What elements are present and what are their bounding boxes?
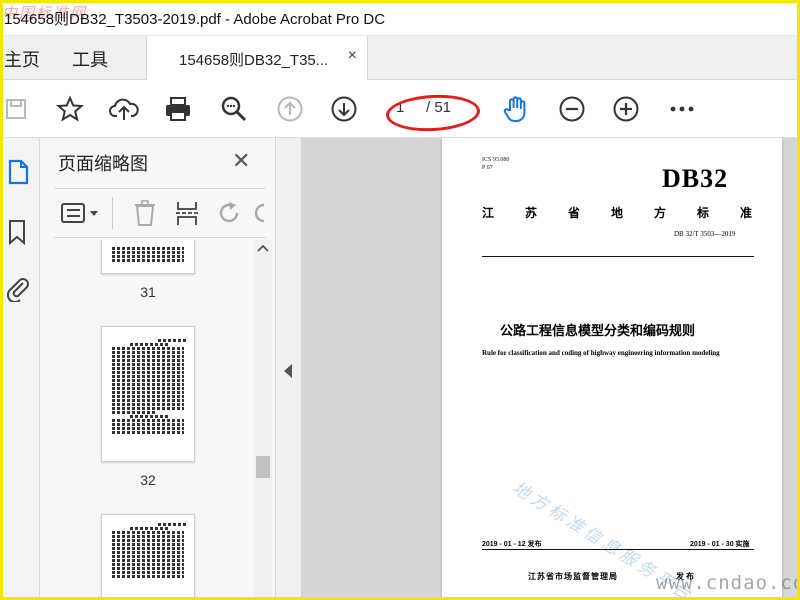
print-icon[interactable] [162, 93, 194, 125]
collapse-arrow-icon[interactable] [284, 364, 292, 378]
thumbnail-list: 31 32 [40, 240, 252, 600]
tab-home[interactable]: 主页 [4, 46, 40, 72]
hand-icon[interactable] [500, 93, 532, 125]
standard-category: 江苏省地方标准 [482, 206, 784, 220]
page-thumbnails-panel: 页面缩略图 ✕ 31 32 [40, 138, 276, 600]
document-title-cn: 公路工程信息模型分类和编码规则 [500, 323, 696, 338]
scroll-up-icon[interactable] [256, 242, 270, 256]
page-thumbnails-icon[interactable] [4, 158, 32, 186]
document-title-en: Rule for classification and coding of hi… [482, 349, 720, 357]
upload-icon[interactable] [108, 93, 140, 125]
window-title: 154658则DB32_T3503-2019.pdf - Adobe Acrob… [4, 11, 386, 28]
thumbnail-label: 32 [140, 472, 156, 488]
pdf-page: ICS 93.080 P 07 DB32 江苏省地方标准 DB 32/T 350… [442, 138, 782, 600]
divider-bottom [482, 549, 754, 550]
panel-close-button[interactable]: ✕ [232, 148, 250, 174]
rotate-icon[interactable] [216, 199, 242, 232]
panel-collapse-strip[interactable] [276, 138, 302, 600]
panel-title: 页面缩略图 [58, 154, 148, 174]
options-menu-icon[interactable] [60, 201, 104, 230]
ics-code: ICS 93.080 P 07 [482, 156, 509, 172]
ics-line: ICS 93.080 [482, 157, 510, 163]
thumbnail-label: 31 [140, 284, 156, 300]
attachment-icon[interactable] [4, 274, 32, 304]
left-tool-rail [0, 138, 40, 600]
save-icon[interactable] [0, 93, 32, 125]
tab-document-label: 154658则DB32_T35... [179, 52, 329, 69]
thumbnail-page[interactable] [101, 514, 195, 600]
panel-toolbar [54, 188, 266, 238]
more-icon[interactable] [666, 93, 698, 125]
tab-close-button[interactable]: × [348, 47, 357, 65]
extract-pages-icon[interactable] [174, 199, 200, 232]
arrow-up-icon[interactable] [274, 93, 306, 125]
panel-toolbar-divider [112, 197, 113, 229]
thumbnail-page[interactable] [101, 326, 195, 462]
issue-date: 2019 - 01 - 12 发布 [482, 541, 542, 548]
scrollbar-thumb[interactable] [256, 456, 270, 478]
tab-tools[interactable]: 工具 [72, 46, 108, 72]
arrow-down-icon[interactable] [328, 93, 360, 125]
title-bar: 中国标准网 154658则DB32_T3503-2019.pdf - Adobe… [0, 0, 800, 36]
publisher: 江苏省市场监督管理局 [528, 572, 618, 581]
document-view: ICS 93.080 P 07 DB32 江苏省地方标准 DB 32/T 350… [302, 138, 800, 600]
star-icon[interactable] [54, 93, 86, 125]
zoom-search-icon[interactable] [218, 93, 250, 125]
rotate-partial-icon[interactable] [254, 199, 266, 232]
thumbnail-page[interactable] [101, 240, 195, 274]
tab-bar: 主页 工具 154658则DB32_T35... × [0, 36, 800, 80]
thumbnail-scrollbar[interactable] [254, 240, 272, 600]
db-code: DB32 [662, 164, 729, 193]
bookmark-icon[interactable] [4, 218, 32, 246]
ccs-line: P 07 [482, 165, 493, 171]
zoom-in-icon[interactable] [610, 93, 642, 125]
trash-icon[interactable] [132, 199, 158, 232]
zoom-out-icon[interactable] [556, 93, 588, 125]
divider-top [482, 256, 754, 257]
standard-number: DB 32/T 3503—2019 [674, 230, 736, 238]
effective-date: 2019 - 01 - 30 实施 [690, 541, 750, 548]
watermark-bottom: www.cndao.com [656, 572, 800, 594]
tab-document[interactable]: 154658则DB32_T35... × [146, 36, 368, 80]
